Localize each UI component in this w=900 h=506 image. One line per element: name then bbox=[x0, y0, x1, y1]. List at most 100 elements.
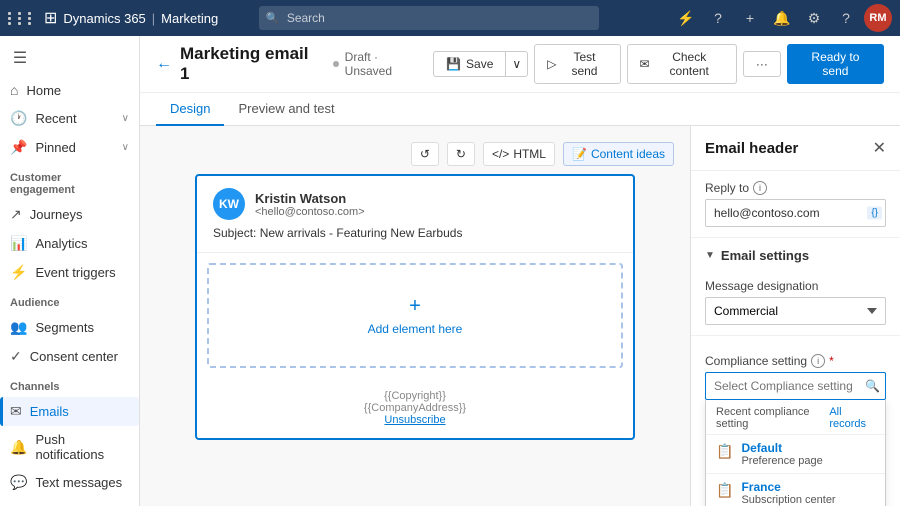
check-content-button[interactable]: ✉ Check content bbox=[627, 44, 737, 84]
sidebar-recent-label: Recent bbox=[35, 111, 76, 126]
canvas-toolbar: ↺ ↻ </> HTML 📝 Content ideas bbox=[156, 142, 674, 166]
question-icon[interactable]: ? bbox=[832, 4, 860, 32]
unsubscribe-link[interactable]: Unsubscribe bbox=[384, 414, 445, 426]
save-dropdown-button[interactable]: ∨ bbox=[505, 51, 528, 77]
content-ideas-icon: 📝 bbox=[572, 147, 587, 161]
reply-to-input[interactable] bbox=[705, 199, 886, 227]
compliance-search-icon: 🔍 bbox=[865, 379, 880, 393]
reply-to-section: Reply to i {} bbox=[691, 171, 900, 238]
email-sender: KW Kristin Watson <hello@contoso.com> bbox=[213, 188, 617, 220]
section-assets: Assets bbox=[0, 497, 139, 506]
module-name: Marketing bbox=[161, 11, 218, 26]
sidebar-item-segments[interactable]: 👥 Segments bbox=[0, 313, 139, 342]
compliance-item-icon-default: 📋 bbox=[716, 443, 733, 460]
panel-title: Email header bbox=[705, 140, 798, 157]
sidebar-item-home[interactable]: ⌂ Home bbox=[0, 76, 139, 104]
back-button[interactable]: ← bbox=[156, 55, 172, 73]
test-send-button[interactable]: ▷ Test send bbox=[534, 44, 620, 84]
app-name: Dynamics 365 bbox=[63, 11, 145, 26]
company-address: {{CompanyAddress}} bbox=[209, 402, 621, 414]
analytics-icon: 📊 bbox=[10, 235, 27, 252]
required-indicator: * bbox=[829, 354, 834, 368]
tab-design[interactable]: Design bbox=[156, 93, 224, 126]
app-body: ☰ ⌂ Home 🕐 Recent ∨ 📌 Pinned ∨ Customer … bbox=[0, 36, 900, 506]
dynamics-logo: ⊞ bbox=[44, 8, 57, 28]
section-customer-engagement: Customer engagement bbox=[0, 162, 139, 200]
recent-arrow-icon: ∨ bbox=[122, 113, 129, 124]
ready-to-send-button[interactable]: Ready to send bbox=[787, 44, 884, 84]
compliance-item-name-france: France bbox=[741, 480, 835, 494]
content-ideas-button[interactable]: 📝 Content ideas bbox=[563, 142, 674, 166]
help-icon[interactable]: ? bbox=[704, 4, 732, 32]
app-grid-icon[interactable] bbox=[8, 12, 36, 25]
sender-avatar: KW bbox=[213, 188, 245, 220]
reply-to-label: Reply to i bbox=[705, 181, 886, 195]
compliance-dropdown: Recent compliance setting All records 📋 … bbox=[705, 400, 886, 506]
sidebar-item-journeys[interactable]: ↗ Journeys bbox=[0, 200, 139, 229]
sidebar: ☰ ⌂ Home 🕐 Recent ∨ 📌 Pinned ∨ Customer … bbox=[0, 36, 140, 506]
redo-button[interactable]: ↻ bbox=[447, 142, 475, 166]
undo-button[interactable]: ↺ bbox=[411, 142, 439, 166]
compliance-item-default[interactable]: 📋 Default Preference page bbox=[706, 434, 885, 473]
emails-icon: ✉ bbox=[10, 403, 22, 420]
reply-to-fx-button[interactable]: {} bbox=[867, 207, 882, 220]
compliance-item-france[interactable]: 📋 France Subscription center bbox=[706, 473, 885, 506]
save-icon: 💾 bbox=[446, 57, 461, 71]
sidebar-item-push-notifications[interactable]: 🔔 Push notifications bbox=[0, 426, 139, 468]
lightning-icon[interactable]: ⚡ bbox=[672, 4, 700, 32]
test-send-icon: ▷ bbox=[547, 57, 556, 71]
sidebar-item-recent[interactable]: 🕐 Recent ∨ bbox=[0, 104, 139, 133]
section-audience: Audience bbox=[0, 287, 139, 313]
toolbar: ← Marketing email 1 Draft · Unsaved 💾 Sa… bbox=[140, 36, 900, 93]
html-button[interactable]: </> HTML bbox=[483, 142, 555, 166]
email-preview-header: KW Kristin Watson <hello@contoso.com> Su… bbox=[197, 176, 633, 253]
email-preview: KW Kristin Watson <hello@contoso.com> Su… bbox=[195, 174, 635, 440]
sidebar-consent-label: Consent center bbox=[30, 349, 118, 364]
save-button[interactable]: 💾 Save bbox=[433, 51, 505, 77]
status-text: Draft · Unsaved bbox=[345, 50, 425, 78]
sidebar-segments-label: Segments bbox=[35, 320, 94, 335]
sidebar-journeys-label: Journeys bbox=[30, 207, 83, 222]
panel-header: Email header ✕ bbox=[691, 126, 900, 171]
email-settings-label: Email settings bbox=[721, 248, 809, 263]
canvas-area: ↺ ↻ </> HTML 📝 Content ideas KW bbox=[140, 126, 690, 506]
settings-icon[interactable]: ⚙ bbox=[800, 4, 828, 32]
tab-preview[interactable]: Preview and test bbox=[224, 93, 348, 126]
all-records-link[interactable]: All records bbox=[829, 406, 875, 430]
compliance-info-icon[interactable]: i bbox=[811, 354, 825, 368]
sidebar-item-consent-center[interactable]: ✓ Consent center bbox=[0, 342, 139, 371]
more-button[interactable]: ··· bbox=[743, 51, 781, 77]
avatar[interactable]: RM bbox=[864, 4, 892, 32]
sidebar-item-text-messages[interactable]: 💬 Text messages bbox=[0, 468, 139, 497]
save-split-button: 💾 Save ∨ bbox=[433, 51, 528, 77]
email-body-drop-zone[interactable]: + Add element here bbox=[207, 263, 623, 368]
segments-icon: 👥 bbox=[10, 319, 27, 336]
section-channels: Channels bbox=[0, 371, 139, 397]
reply-to-info-icon[interactable]: i bbox=[753, 181, 767, 195]
sidebar-item-emails[interactable]: ✉ Emails bbox=[0, 397, 139, 426]
copyright-text: {{Copyright}} bbox=[209, 390, 621, 402]
message-designation-select[interactable]: Commercial bbox=[705, 297, 886, 325]
check-icon: ✉ bbox=[640, 57, 650, 71]
push-icon: 🔔 bbox=[10, 439, 27, 456]
text-icon: 💬 bbox=[10, 474, 27, 491]
sidebar-item-analytics[interactable]: 📊 Analytics bbox=[0, 229, 139, 258]
compliance-section: Compliance setting i * 🔍 Recent complian… bbox=[691, 344, 900, 506]
reply-to-input-wrap: {} bbox=[705, 199, 886, 227]
search-input[interactable] bbox=[259, 6, 599, 30]
plus-icon[interactable]: + bbox=[736, 4, 764, 32]
search-area: 🔍 bbox=[259, 6, 599, 30]
hamburger-button[interactable]: ☰ bbox=[6, 44, 34, 72]
pinned-icon: 📌 bbox=[10, 139, 27, 156]
email-settings-header[interactable]: ▼ Email settings bbox=[691, 238, 900, 269]
sender-name: Kristin Watson bbox=[255, 191, 365, 206]
sidebar-item-pinned[interactable]: 📌 Pinned ∨ bbox=[0, 133, 139, 162]
panel-close-button[interactable]: ✕ bbox=[873, 138, 886, 158]
notification-icon[interactable]: 🔔 bbox=[768, 4, 796, 32]
pinned-arrow-icon: ∨ bbox=[122, 142, 129, 153]
compliance-item-text-france: France Subscription center bbox=[741, 480, 835, 506]
compliance-search-input[interactable] bbox=[705, 372, 886, 400]
toolbar-actions: 💾 Save ∨ ▷ Test send ✉ Check content ···… bbox=[433, 44, 884, 84]
sidebar-item-event-triggers[interactable]: ⚡ Event triggers bbox=[0, 258, 139, 287]
add-element-label: Add element here bbox=[368, 322, 463, 336]
